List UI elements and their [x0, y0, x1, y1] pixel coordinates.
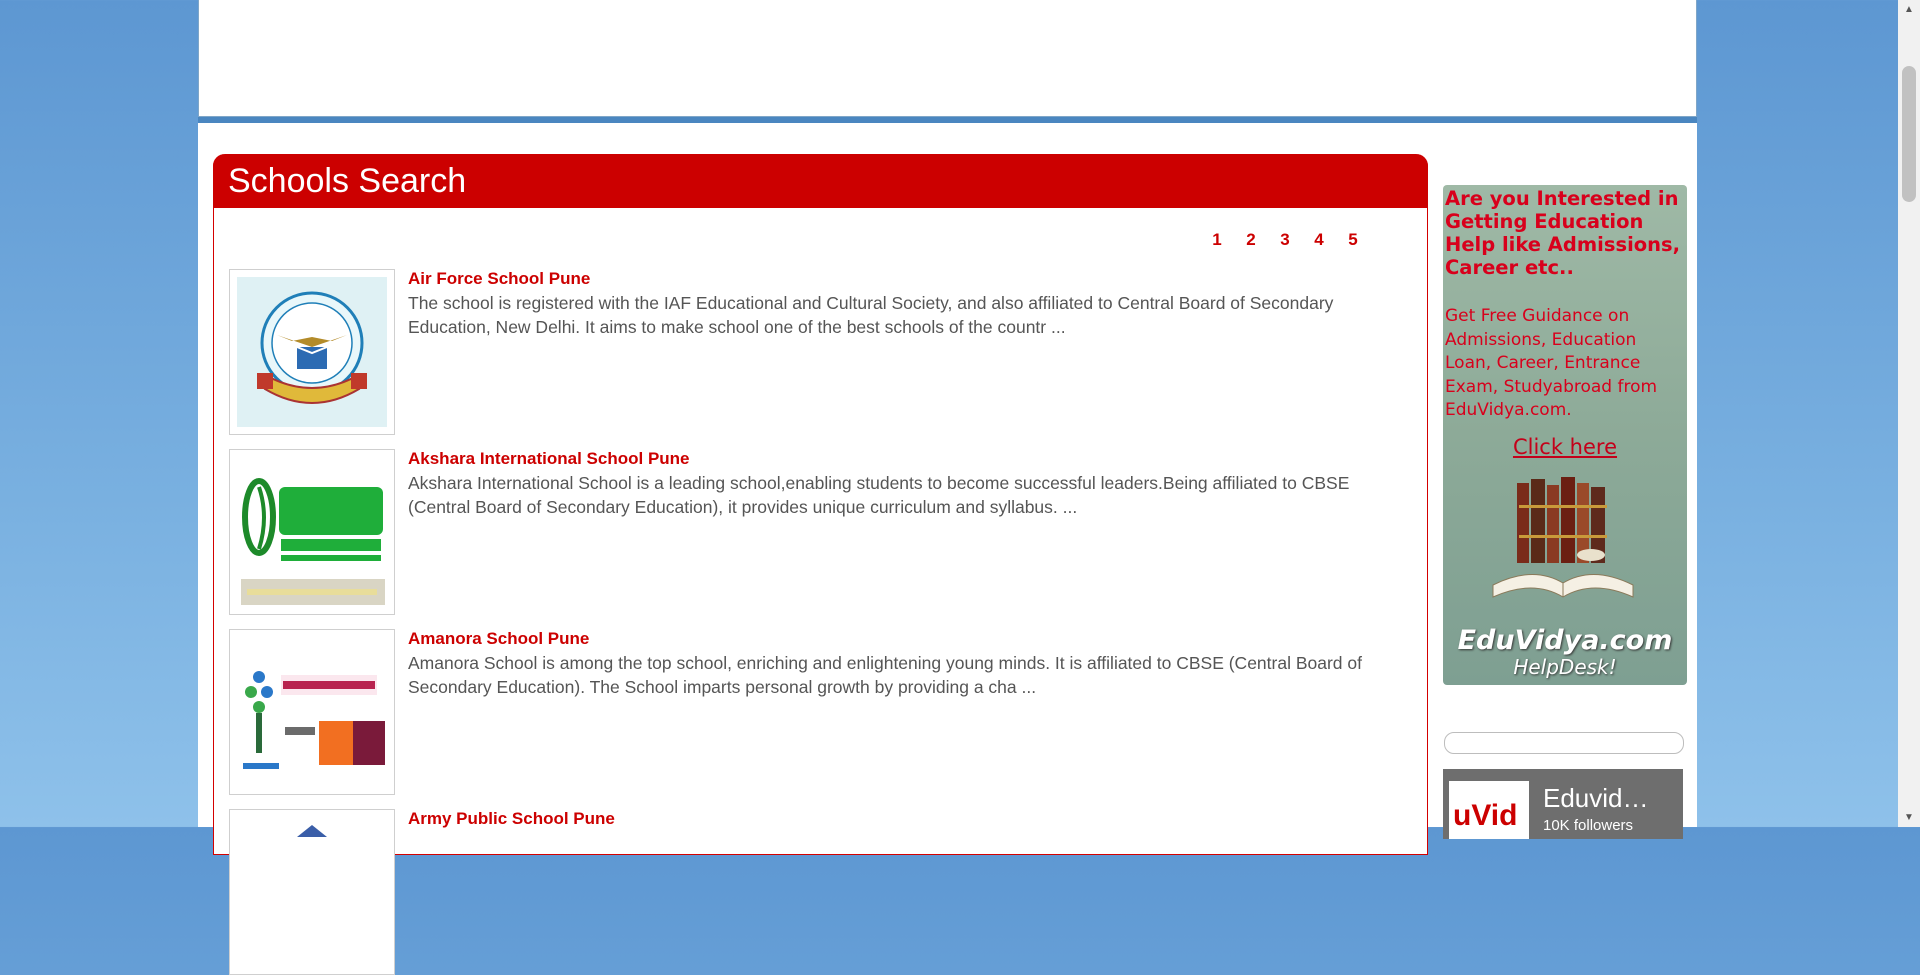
list-item: Air Force School Pune The school is regi…: [229, 269, 1414, 435]
ad-click-here-link[interactable]: Click here: [1443, 435, 1687, 459]
scroll-up-icon[interactable]: ▲: [1904, 4, 1914, 15]
school-logo[interactable]: [229, 269, 395, 435]
search-header: Schools Search: [213, 154, 1428, 208]
page-link-5[interactable]: 5: [1336, 230, 1370, 250]
facebook-page-avatar: uVid: [1449, 781, 1529, 839]
books-illustration-icon: [1492, 477, 1634, 598]
ad-brand-sub: HelpDesk!: [1513, 655, 1617, 679]
akshara-logo-icon: [241, 478, 385, 605]
school-description: Amanora School is among the top school, …: [408, 653, 1362, 697]
ad-brand: EduVidya.com: [1457, 625, 1673, 656]
main-content: Schools Search 1 2 3 4 5 Air Force Schoo…: [198, 123, 1697, 975]
scroll-down-icon[interactable]: ▼: [1904, 812, 1914, 823]
helpdesk-ad[interactable]: Are you Interested in Getting Education …: [1443, 185, 1687, 685]
ad-heading: Are you Interested in Getting Education …: [1445, 187, 1681, 279]
school-name-link[interactable]: Army Public School Pune: [408, 809, 615, 829]
schools-search-panel: Schools Search 1 2 3 4 5 Air Force Schoo…: [213, 154, 1428, 975]
list-item: Amanora School Pune Amanora School is am…: [229, 629, 1414, 795]
school-description: The school is registered with the IAF Ed…: [408, 293, 1334, 337]
school-description: Akshara International School is a leadin…: [408, 473, 1350, 517]
school-logo[interactable]: [229, 809, 395, 975]
search-title: Schools Search: [228, 162, 467, 200]
top-banner-area: [198, 0, 1697, 117]
facebook-page-widget[interactable]: uVid Eduvid… 10K followers: [1443, 769, 1683, 839]
amanora-logo-icon: [243, 671, 385, 769]
school-name-link[interactable]: Air Force School Pune: [408, 269, 590, 289]
pagination: 1 2 3 4 5: [1200, 230, 1370, 250]
page-link-2[interactable]: 2: [1234, 230, 1268, 250]
page-link-1[interactable]: 1: [1200, 230, 1234, 250]
army-school-emblem-icon: [297, 825, 327, 837]
page-container: Schools Search 1 2 3 4 5 Air Force Schoo…: [198, 0, 1698, 975]
school-name-link[interactable]: Amanora School Pune: [408, 629, 589, 649]
list-item: Army Public School Pune: [229, 809, 1414, 975]
facebook-page-name[interactable]: Eduvid…: [1543, 783, 1649, 814]
ad-text: Get Free Guidance on Admissions, Educati…: [1445, 306, 1658, 420]
page-link-4[interactable]: 4: [1302, 230, 1336, 250]
school-logo[interactable]: [229, 629, 395, 795]
facebook-followers: 10K followers: [1543, 817, 1634, 834]
scroll-thumb[interactable]: [1902, 66, 1916, 202]
school-name-link[interactable]: Akshara International School Pune: [408, 449, 690, 469]
sidebar-search-field[interactable]: [1444, 732, 1684, 754]
page-link-3[interactable]: 3: [1268, 230, 1302, 250]
scrollbar[interactable]: ▲ ▼: [1898, 0, 1920, 827]
list-item: Akshara International School Pune Akshar…: [229, 449, 1414, 615]
school-logo[interactable]: [229, 449, 395, 615]
air-force-emblem-icon: [257, 291, 367, 404]
